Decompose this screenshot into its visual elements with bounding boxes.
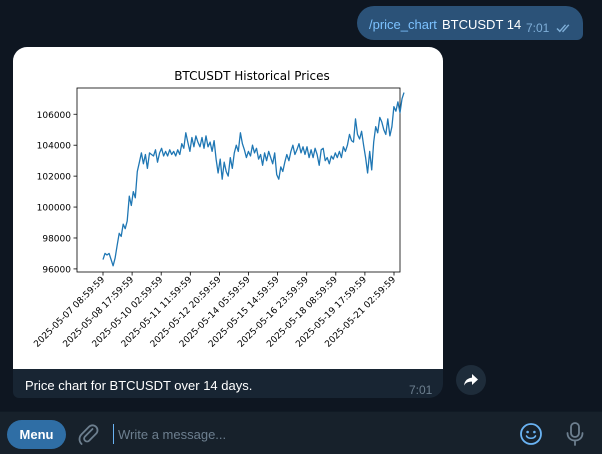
incoming-message[interactable]: BTCUSDT Historical Prices 96000 98000 1000… [13,47,443,398]
message-time: 7:01 [526,21,550,35]
message-time: 7:01 [409,383,433,397]
forward-button[interactable] [456,365,486,395]
chat-area: /price_chart BTCUSDT 14 7:01 BTCUSDT His… [0,0,602,408]
paperclip-icon[interactable] [77,422,99,451]
y-axis: 96000 98000 100000 102000 104000 106000 [37,111,77,275]
command-link[interactable]: /price_chart [369,17,437,32]
microphone-icon[interactable] [564,421,586,452]
command-args: BTCUSDT 14 [442,17,522,32]
y-tick-label: 96000 [42,265,71,275]
price-series-line [102,92,405,267]
double-check-icon [556,20,572,38]
message-input[interactable] [113,424,498,444]
menu-button[interactable]: Menu [7,420,66,449]
chart-title: BTCUSDT Historical Prices [174,69,330,83]
price-chart: BTCUSDT Historical Prices 96000 98000 1000… [32,69,405,350]
chart-image[interactable]: BTCUSDT Historical Prices 96000 98000 1000… [13,47,443,369]
outgoing-message[interactable]: /price_chart BTCUSDT 14 7:01 [357,6,583,40]
message-composer: Menu [0,411,602,454]
y-tick-label: 102000 [37,173,72,183]
y-tick-label: 106000 [37,111,72,121]
y-tick-label: 100000 [37,204,72,214]
plot-frame [76,87,401,273]
message-caption: Price chart for BTCUSDT over 14 days. [25,378,253,393]
x-axis: 2025-05-07 08:59:592025-05-08 17:59:5920… [32,272,398,350]
y-tick-label: 104000 [37,142,72,152]
y-tick-label: 98000 [42,234,71,244]
emoji-icon[interactable] [519,422,543,451]
forward-icon [464,374,478,386]
